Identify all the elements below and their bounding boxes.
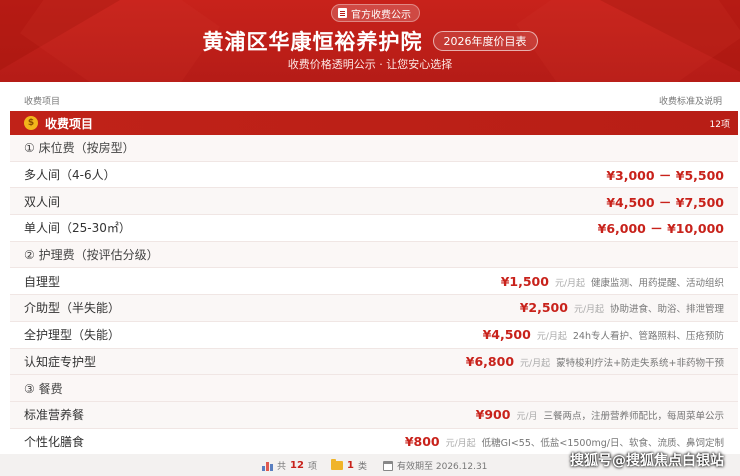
- page-header: 官方收费公示 黄浦区华康恒裕养护院 2026年度价目表 收费价格透明公示 · 让…: [0, 0, 740, 82]
- fee-detail: ¥1,500 元/月起 健康监测、用药提醒、活动组织: [501, 274, 724, 289]
- fee-row[interactable]: 标准营养餐 ¥900 元/月 三餐两点，注册营养师配比，每周菜单公示: [10, 401, 738, 429]
- column-header-item: 收费项目: [24, 97, 61, 107]
- page-subtitle: 收费价格透明公示 · 让您安心选择: [287, 58, 453, 71]
- fee-detail: ¥800 元/月起 低糖GI<55、低盐<1500mg/日、软食、流质、鼻饲定制: [405, 434, 724, 449]
- fee-price: ¥6,800: [465, 353, 515, 369]
- fee-row[interactable]: 介助型（半失能） ¥2,500 元/月起 协助进食、助浴、排泄管理: [10, 295, 738, 322]
- fee-row[interactable]: 认知症专护型 ¥6,800 元/月起 蒙特梭利疗法+防走失系统+非药物干预: [10, 348, 738, 376]
- fee-group-header: ① 床位费（按房型）: [10, 135, 738, 162]
- section-count-badge: 12项: [709, 119, 730, 130]
- column-header-standard: 收费标准及说明: [658, 97, 722, 107]
- official-notice-label: 官方收费公示: [351, 9, 411, 21]
- fee-unit: 元/月起: [554, 278, 585, 289]
- fee-row[interactable]: 多人间（4-6人） ¥3,000 － ¥5,500: [10, 162, 738, 189]
- fee-item-name: 个性化膳食: [24, 434, 85, 449]
- calendar-icon: [383, 460, 393, 471]
- fee-row[interactable]: 单人间（25-30㎡） ¥6,000 － ¥10,000: [10, 215, 738, 242]
- footer-categories: 1 类: [331, 459, 367, 472]
- fee-item-name: 多人间（4-6人）: [24, 168, 116, 183]
- fee-price: ¥1,500: [500, 273, 549, 289]
- group-title: ② 护理费（按评估分级）: [24, 248, 159, 263]
- fee-note: 三餐两点，注册营养师配比，每周菜单公示: [543, 411, 724, 423]
- fee-price: ¥800: [404, 433, 440, 449]
- fee-row[interactable]: 自理型 ¥1,500 元/月起 健康监测、用药提醒、活动组织: [10, 268, 738, 296]
- fee-group-header: ③ 餐费: [10, 375, 738, 402]
- official-notice-badge: 官方收费公示: [331, 4, 420, 22]
- fee-detail: ¥2,500 元/月起 协助进食、助浴、排泄管理: [520, 300, 724, 315]
- fee-item-name: 介助型（半失能）: [24, 301, 121, 316]
- fee-item-name: 标准营养餐: [24, 408, 85, 423]
- fee-price: ¥6,000 － ¥10,000: [597, 221, 724, 237]
- fee-unit: 元/月起: [445, 438, 476, 449]
- fee-unit: 元/月起: [520, 358, 551, 369]
- fee-item-name: 全护理型（失能）: [24, 328, 121, 343]
- fee-detail: ¥6,800 元/月起 蒙特梭利疗法+防走失系统+非药物干预: [466, 354, 724, 369]
- column-header: 收费项目 收费标准及说明: [0, 82, 740, 112]
- group-title: ① 床位费（按房型）: [24, 141, 135, 156]
- fee-row[interactable]: 双人间 ¥4,500 － ¥7,500: [10, 188, 738, 216]
- fee-row[interactable]: 全护理型（失能） ¥4,500 元/月起 24h专人看护、管路照料、压疮预防: [10, 322, 738, 349]
- fee-list: ① 床位费（按房型） 多人间（4-6人） ¥3,000 － ¥5,500 双人间 ¥4,…: [10, 135, 738, 456]
- fee-detail: ¥4,500 元/月起 24h专人看护、管路照料、压疮预防: [483, 327, 724, 342]
- fee-group-header: ② 护理费（按评估分级）: [10, 241, 738, 269]
- money-bag-icon: $: [24, 116, 38, 130]
- validity-date: 有效期至 2026.12.31: [397, 462, 488, 472]
- fee-note: 低糖GI<55、低盐<1500mg/日、软食、流质、鼻饲定制: [481, 437, 724, 449]
- fee-item-name: 单人间（25-30㎡）: [24, 221, 131, 236]
- fee-price: ¥900: [475, 407, 511, 423]
- fee-detail: ¥3,000 － ¥5,500: [606, 165, 724, 184]
- fee-price: ¥4,500: [482, 327, 531, 343]
- fee-detail: ¥6,000 － ¥10,000: [598, 218, 724, 237]
- footer-validity: 有效期至 2026.12.31: [383, 459, 487, 472]
- fee-price: ¥4,500 － ¥7,500: [606, 194, 724, 210]
- fee-detail: ¥900 元/月 三餐两点，注册营养师配比，每周菜单公示: [476, 407, 724, 422]
- footer-total-count: 12: [290, 460, 304, 471]
- bar-chart-icon: [262, 461, 273, 471]
- group-title: ③ 餐费: [24, 381, 63, 396]
- section-bar-fees[interactable]: $ 收费项目 12项: [10, 111, 738, 135]
- source-watermark: 搜狐号@搜狐焦点白银站: [570, 453, 724, 469]
- year-badge: 2026年度价目表: [432, 31, 538, 51]
- fee-item-name: 自理型: [24, 274, 61, 289]
- fee-detail: ¥4,500 － ¥7,500: [606, 192, 724, 211]
- fee-item-name: 双人间: [24, 194, 61, 209]
- fee-price: ¥2,500: [519, 300, 568, 316]
- document-icon: [338, 8, 347, 18]
- fee-unit: 元/月起: [536, 332, 567, 343]
- fee-note: 协助进食、助浴、排泄管理: [609, 304, 724, 316]
- footer-category-count: 1: [347, 460, 354, 471]
- section-title: 收费项目: [45, 116, 94, 131]
- footer-total: 共 12 项: [262, 459, 317, 472]
- fee-price: ¥3,000 － ¥5,500: [606, 168, 724, 184]
- page-title: 黄浦区华康恒裕养护院: [202, 30, 423, 54]
- folder-icon: [331, 459, 343, 470]
- fee-unit: 元/月起: [573, 305, 604, 316]
- fee-note: 24h专人看护、管路照料、压疮预防: [572, 331, 724, 343]
- fee-item-name: 认知症专护型: [24, 354, 97, 369]
- fee-unit: 元/月: [516, 412, 538, 423]
- fee-note: 蒙特梭利疗法+防走失系统+非药物干预: [556, 357, 724, 369]
- fee-note: 健康监测、用药提醒、活动组织: [590, 277, 724, 289]
